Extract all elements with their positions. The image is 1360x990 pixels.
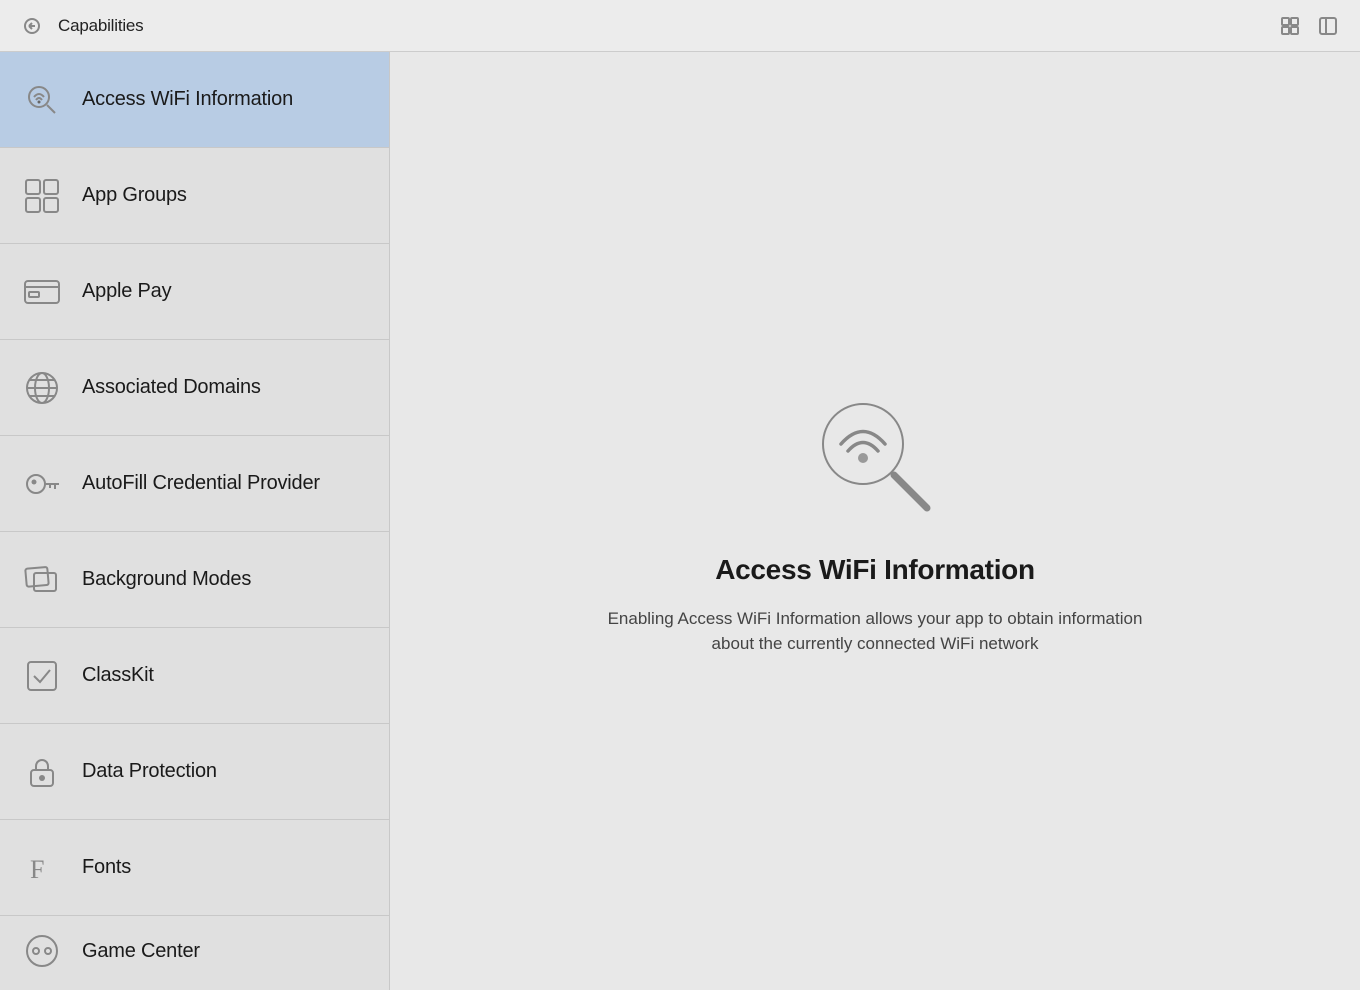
wifi-search-icon	[20, 78, 64, 122]
key-icon	[20, 462, 64, 506]
game-center-icon	[20, 929, 64, 973]
sidebar-item-label-data-protection: Data Protection	[82, 760, 217, 783]
sidebar-item-fonts[interactable]: F Fonts	[0, 820, 389, 916]
sidebar-item-data-protection[interactable]: Data Protection	[0, 724, 389, 820]
detail-description: Enabling Access WiFi Information allows …	[595, 606, 1155, 657]
detail-panel: Access WiFi Information Enabling Access …	[390, 52, 1360, 990]
sidebar-item-label-classkit: ClassKit	[82, 664, 154, 687]
single-view-button[interactable]	[1312, 10, 1344, 42]
sidebar-item-apple-pay[interactable]: Apple Pay	[0, 244, 389, 340]
sidebar: Access WiFi Information App Groups	[0, 52, 390, 990]
sidebar-item-label-access-wifi: Access WiFi Information	[82, 88, 293, 111]
fonts-icon: F	[20, 846, 64, 890]
back-button[interactable]	[16, 10, 48, 42]
app-groups-icon	[20, 174, 64, 218]
lock-icon	[20, 750, 64, 794]
titlebar: Capabilities	[0, 0, 1360, 52]
svg-text:F: F	[30, 855, 44, 884]
sidebar-item-label-associated-domains: Associated Domains	[82, 376, 261, 399]
main-layout: Access WiFi Information App Groups	[0, 52, 1360, 990]
sidebar-item-label-game-center: Game Center	[82, 940, 200, 963]
titlebar-right	[1274, 10, 1344, 42]
sidebar-item-background-modes[interactable]: Background Modes	[0, 532, 389, 628]
sidebar-item-game-center[interactable]: Game Center	[0, 916, 389, 986]
globe-icon	[20, 366, 64, 410]
sidebar-item-label-app-groups: App Groups	[82, 184, 187, 207]
sidebar-item-access-wifi[interactable]: Access WiFi Information	[0, 52, 389, 148]
sidebar-item-label-fonts: Fonts	[82, 856, 131, 879]
classkit-icon	[20, 654, 64, 698]
sidebar-item-label-autofill: AutoFill Credential Provider	[82, 472, 320, 495]
detail-icon	[805, 386, 945, 526]
sidebar-item-label-apple-pay: Apple Pay	[82, 280, 171, 303]
sidebar-item-label-background-modes: Background Modes	[82, 568, 251, 591]
window-title: Capabilities	[58, 16, 143, 36]
titlebar-left: Capabilities	[16, 10, 143, 42]
grid-view-button[interactable]	[1274, 10, 1306, 42]
background-modes-icon	[20, 558, 64, 602]
detail-title: Access WiFi Information	[715, 554, 1035, 586]
sidebar-item-classkit[interactable]: ClassKit	[0, 628, 389, 724]
sidebar-item-app-groups[interactable]: App Groups	[0, 148, 389, 244]
sidebar-item-associated-domains[interactable]: Associated Domains	[0, 340, 389, 436]
sidebar-item-autofill[interactable]: AutoFill Credential Provider	[0, 436, 389, 532]
apple-pay-icon	[20, 270, 64, 314]
